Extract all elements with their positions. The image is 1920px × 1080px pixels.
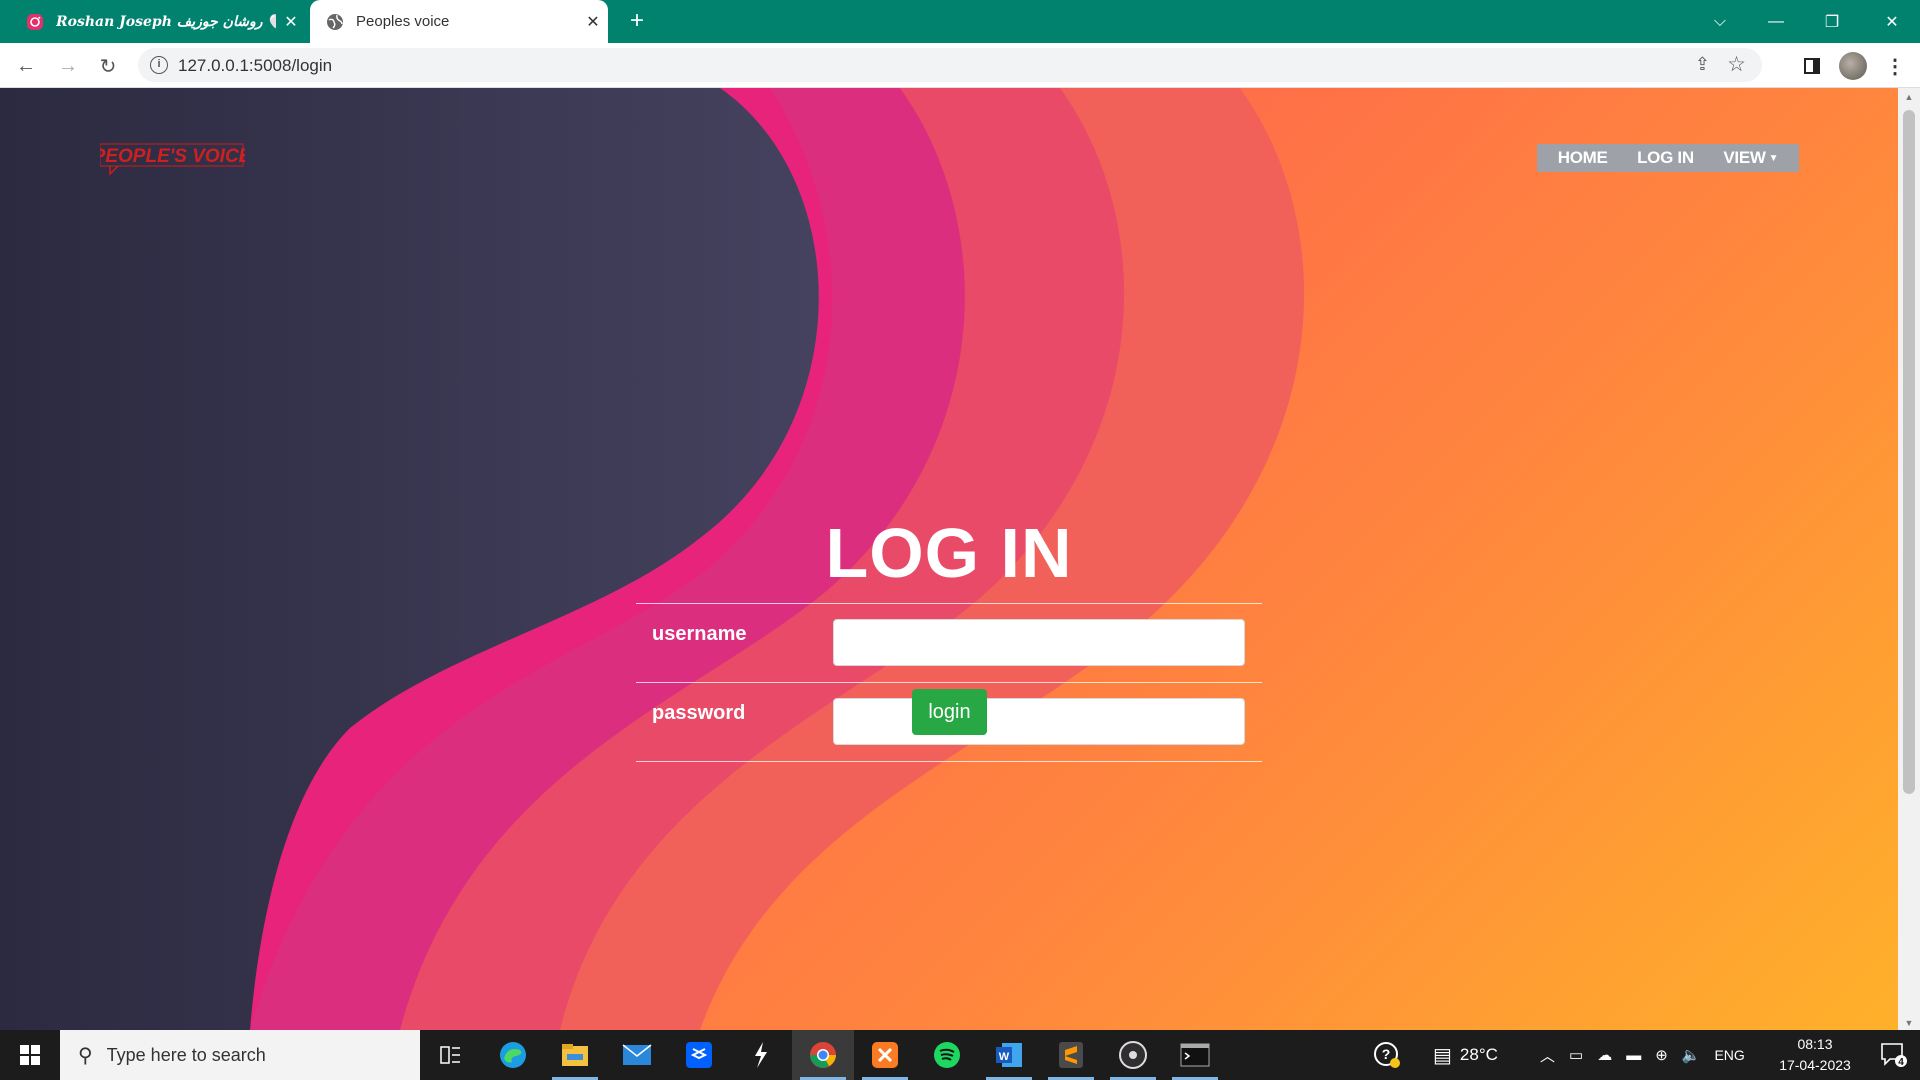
back-button[interactable]: ← bbox=[10, 50, 42, 82]
caret-down-icon: ▼ bbox=[1768, 153, 1779, 165]
bookmark-star-icon[interactable]: ☆ bbox=[1727, 52, 1746, 77]
windows-taskbar: ⚲ Type here to search W ? ▤ 28°C ︿ ▭ ☁ ▬… bbox=[0, 1030, 1920, 1080]
volume-icon[interactable]: 🔈 bbox=[1682, 1046, 1701, 1064]
taskbar-search[interactable]: ⚲ Type here to search bbox=[60, 1030, 420, 1080]
nav-view-dropdown[interactable]: VIEW ▼ bbox=[1723, 148, 1778, 168]
page-scrollbar[interactable]: ▲ ▼ bbox=[1898, 88, 1920, 1030]
search-placeholder: Type here to search bbox=[106, 1044, 266, 1065]
clock-time: 08:13 bbox=[1797, 1036, 1833, 1052]
file-explorer-icon[interactable] bbox=[544, 1030, 606, 1080]
terminal-lightning-icon[interactable] bbox=[730, 1030, 792, 1080]
command-prompt-icon[interactable] bbox=[1164, 1030, 1226, 1080]
news-icon: ▤ bbox=[1433, 1044, 1452, 1067]
svg-text:W: W bbox=[999, 1051, 1010, 1063]
globe-icon bbox=[327, 13, 343, 30]
search-icon: ⚲ bbox=[78, 1044, 93, 1067]
weather-temp: 28°C bbox=[1459, 1045, 1498, 1064]
profile-avatar[interactable] bbox=[1839, 52, 1867, 80]
login-page: PEOPLE'S VOICE HOME LOG IN VIEW ▼ LOG IN … bbox=[0, 88, 1898, 1030]
clock-date: 17-04-2023 bbox=[1779, 1057, 1851, 1073]
url-text[interactable]: 127.0.0.1:5008/login bbox=[178, 56, 332, 76]
dropbox-icon[interactable] bbox=[668, 1030, 730, 1080]
main-nav: HOME LOG IN VIEW ▼ bbox=[1537, 144, 1799, 172]
peoples-voice-logo[interactable]: PEOPLE'S VOICE bbox=[100, 138, 245, 176]
password-label: password bbox=[652, 702, 746, 724]
notification-count: 4 bbox=[1898, 1057, 1904, 1068]
page-title: LOG IN bbox=[825, 514, 1073, 592]
chevron-up-icon[interactable]: ︿ bbox=[1540, 1045, 1555, 1066]
obs-icon[interactable] bbox=[1102, 1030, 1164, 1080]
close-tab-icon[interactable]: ✕ bbox=[578, 12, 608, 32]
taskbar-clock[interactable]: 08:13 17-04-2023 bbox=[1770, 1034, 1860, 1076]
scroll-up-icon[interactable]: ▲ bbox=[1904, 92, 1914, 102]
svg-text:?: ? bbox=[1382, 1046, 1391, 1062]
new-tab-button[interactable]: + bbox=[622, 6, 652, 36]
tab-search-chevron-icon[interactable]: ⌵ bbox=[1692, 0, 1748, 43]
login-button[interactable]: login bbox=[912, 689, 987, 735]
task-view-icon[interactable] bbox=[420, 1030, 482, 1080]
xampp-icon[interactable] bbox=[854, 1030, 916, 1080]
scrollbar-thumb[interactable] bbox=[1903, 110, 1915, 794]
onedrive-icon[interactable]: ☁ bbox=[1597, 1046, 1612, 1064]
password-input[interactable] bbox=[833, 698, 1245, 745]
system-tray: ︿ ▭ ☁ ▬ ⊕ 🔈 ENG bbox=[1540, 1030, 1745, 1080]
restore-button[interactable]: ❐ bbox=[1804, 0, 1860, 43]
notification-center-icon[interactable]: 4 bbox=[1880, 1042, 1908, 1073]
divider bbox=[636, 761, 1262, 762]
login-form: username password bbox=[636, 603, 1262, 762]
close-tab-icon[interactable]: ✕ bbox=[276, 12, 306, 32]
forward-button[interactable]: → bbox=[52, 50, 84, 82]
tab-peoples-voice[interactable]: Peoples voice ✕ bbox=[310, 0, 608, 43]
minimize-button[interactable]: — bbox=[1748, 0, 1804, 43]
battery-icon[interactable]: ▬ bbox=[1626, 1047, 1641, 1064]
edge-icon[interactable] bbox=[482, 1030, 544, 1080]
tab-instagram[interactable]: Roshan Joseph روشان جوزيف 🤍 ✕ bbox=[12, 0, 306, 43]
nav-home-link[interactable]: HOME bbox=[1558, 148, 1608, 168]
help-icon[interactable]: ? bbox=[1373, 1030, 1401, 1080]
logo-text: PEOPLE'S VOICE bbox=[100, 146, 245, 167]
tab-title: Peoples voice bbox=[356, 13, 450, 30]
tab-title: Roshan Joseph روشان جوزيف 🤍 bbox=[56, 13, 276, 30]
site-info-icon[interactable]: i bbox=[150, 56, 168, 74]
weather-widget[interactable]: ▤ 28°C bbox=[1433, 1030, 1498, 1080]
mail-icon[interactable] bbox=[606, 1030, 668, 1080]
windows-logo-icon bbox=[20, 1045, 40, 1065]
scroll-down-icon[interactable]: ▼ bbox=[1904, 1018, 1914, 1028]
browser-toolbar: ← → ↻ i 127.0.0.1:5008/login ⇪ ☆ ⋮ bbox=[0, 43, 1920, 88]
language-indicator[interactable]: ENG bbox=[1714, 1047, 1744, 1063]
tab-strip: Roshan Joseph روشان جوزيف 🤍 ✕ Peoples vo… bbox=[0, 0, 1920, 43]
word-icon[interactable]: W bbox=[978, 1030, 1040, 1080]
side-panel-icon[interactable] bbox=[1797, 51, 1827, 81]
nav-view-label: VIEW bbox=[1723, 148, 1766, 167]
username-input[interactable] bbox=[833, 619, 1245, 666]
address-bar[interactable]: i 127.0.0.1:5008/login ⇪ ☆ bbox=[138, 48, 1762, 82]
close-window-button[interactable]: ✕ bbox=[1864, 0, 1920, 43]
network-globe-icon[interactable]: ⊕ bbox=[1655, 1046, 1668, 1064]
reload-button[interactable]: ↻ bbox=[92, 50, 124, 82]
windows-start-button[interactable] bbox=[0, 1030, 60, 1080]
meet-now-icon[interactable]: ▭ bbox=[1569, 1046, 1583, 1064]
share-icon[interactable]: ⇪ bbox=[1695, 54, 1710, 75]
sublime-text-icon[interactable] bbox=[1040, 1030, 1102, 1080]
username-row: username bbox=[636, 604, 1262, 682]
username-label: username bbox=[652, 623, 747, 645]
spotify-icon[interactable] bbox=[916, 1030, 978, 1080]
nav-login-link[interactable]: LOG IN bbox=[1637, 148, 1694, 168]
instagram-icon bbox=[27, 13, 43, 30]
chrome-icon[interactable] bbox=[792, 1030, 854, 1080]
menu-kebab-icon[interactable]: ⋮ bbox=[1880, 51, 1910, 81]
